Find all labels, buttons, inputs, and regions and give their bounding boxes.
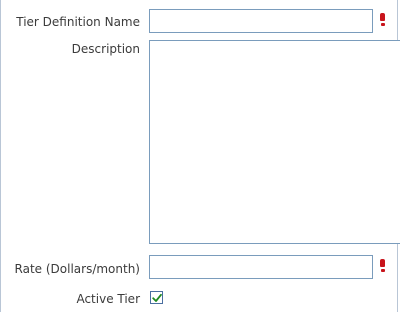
checkmark-icon [152,293,162,302]
description-label: Description [71,42,140,56]
description-textarea[interactable] [149,40,400,244]
tier-name-label: Tier Definition Name [16,15,140,29]
form-panel: Tier Definition Name Description Rate (D… [0,0,400,312]
active-tier-checkbox[interactable] [150,291,163,304]
active-tier-label: Active Tier [76,292,140,306]
rate-label: Rate (Dollars/month) [14,262,140,276]
rate-input[interactable] [149,255,373,279]
tier-name-input[interactable] [149,9,373,33]
